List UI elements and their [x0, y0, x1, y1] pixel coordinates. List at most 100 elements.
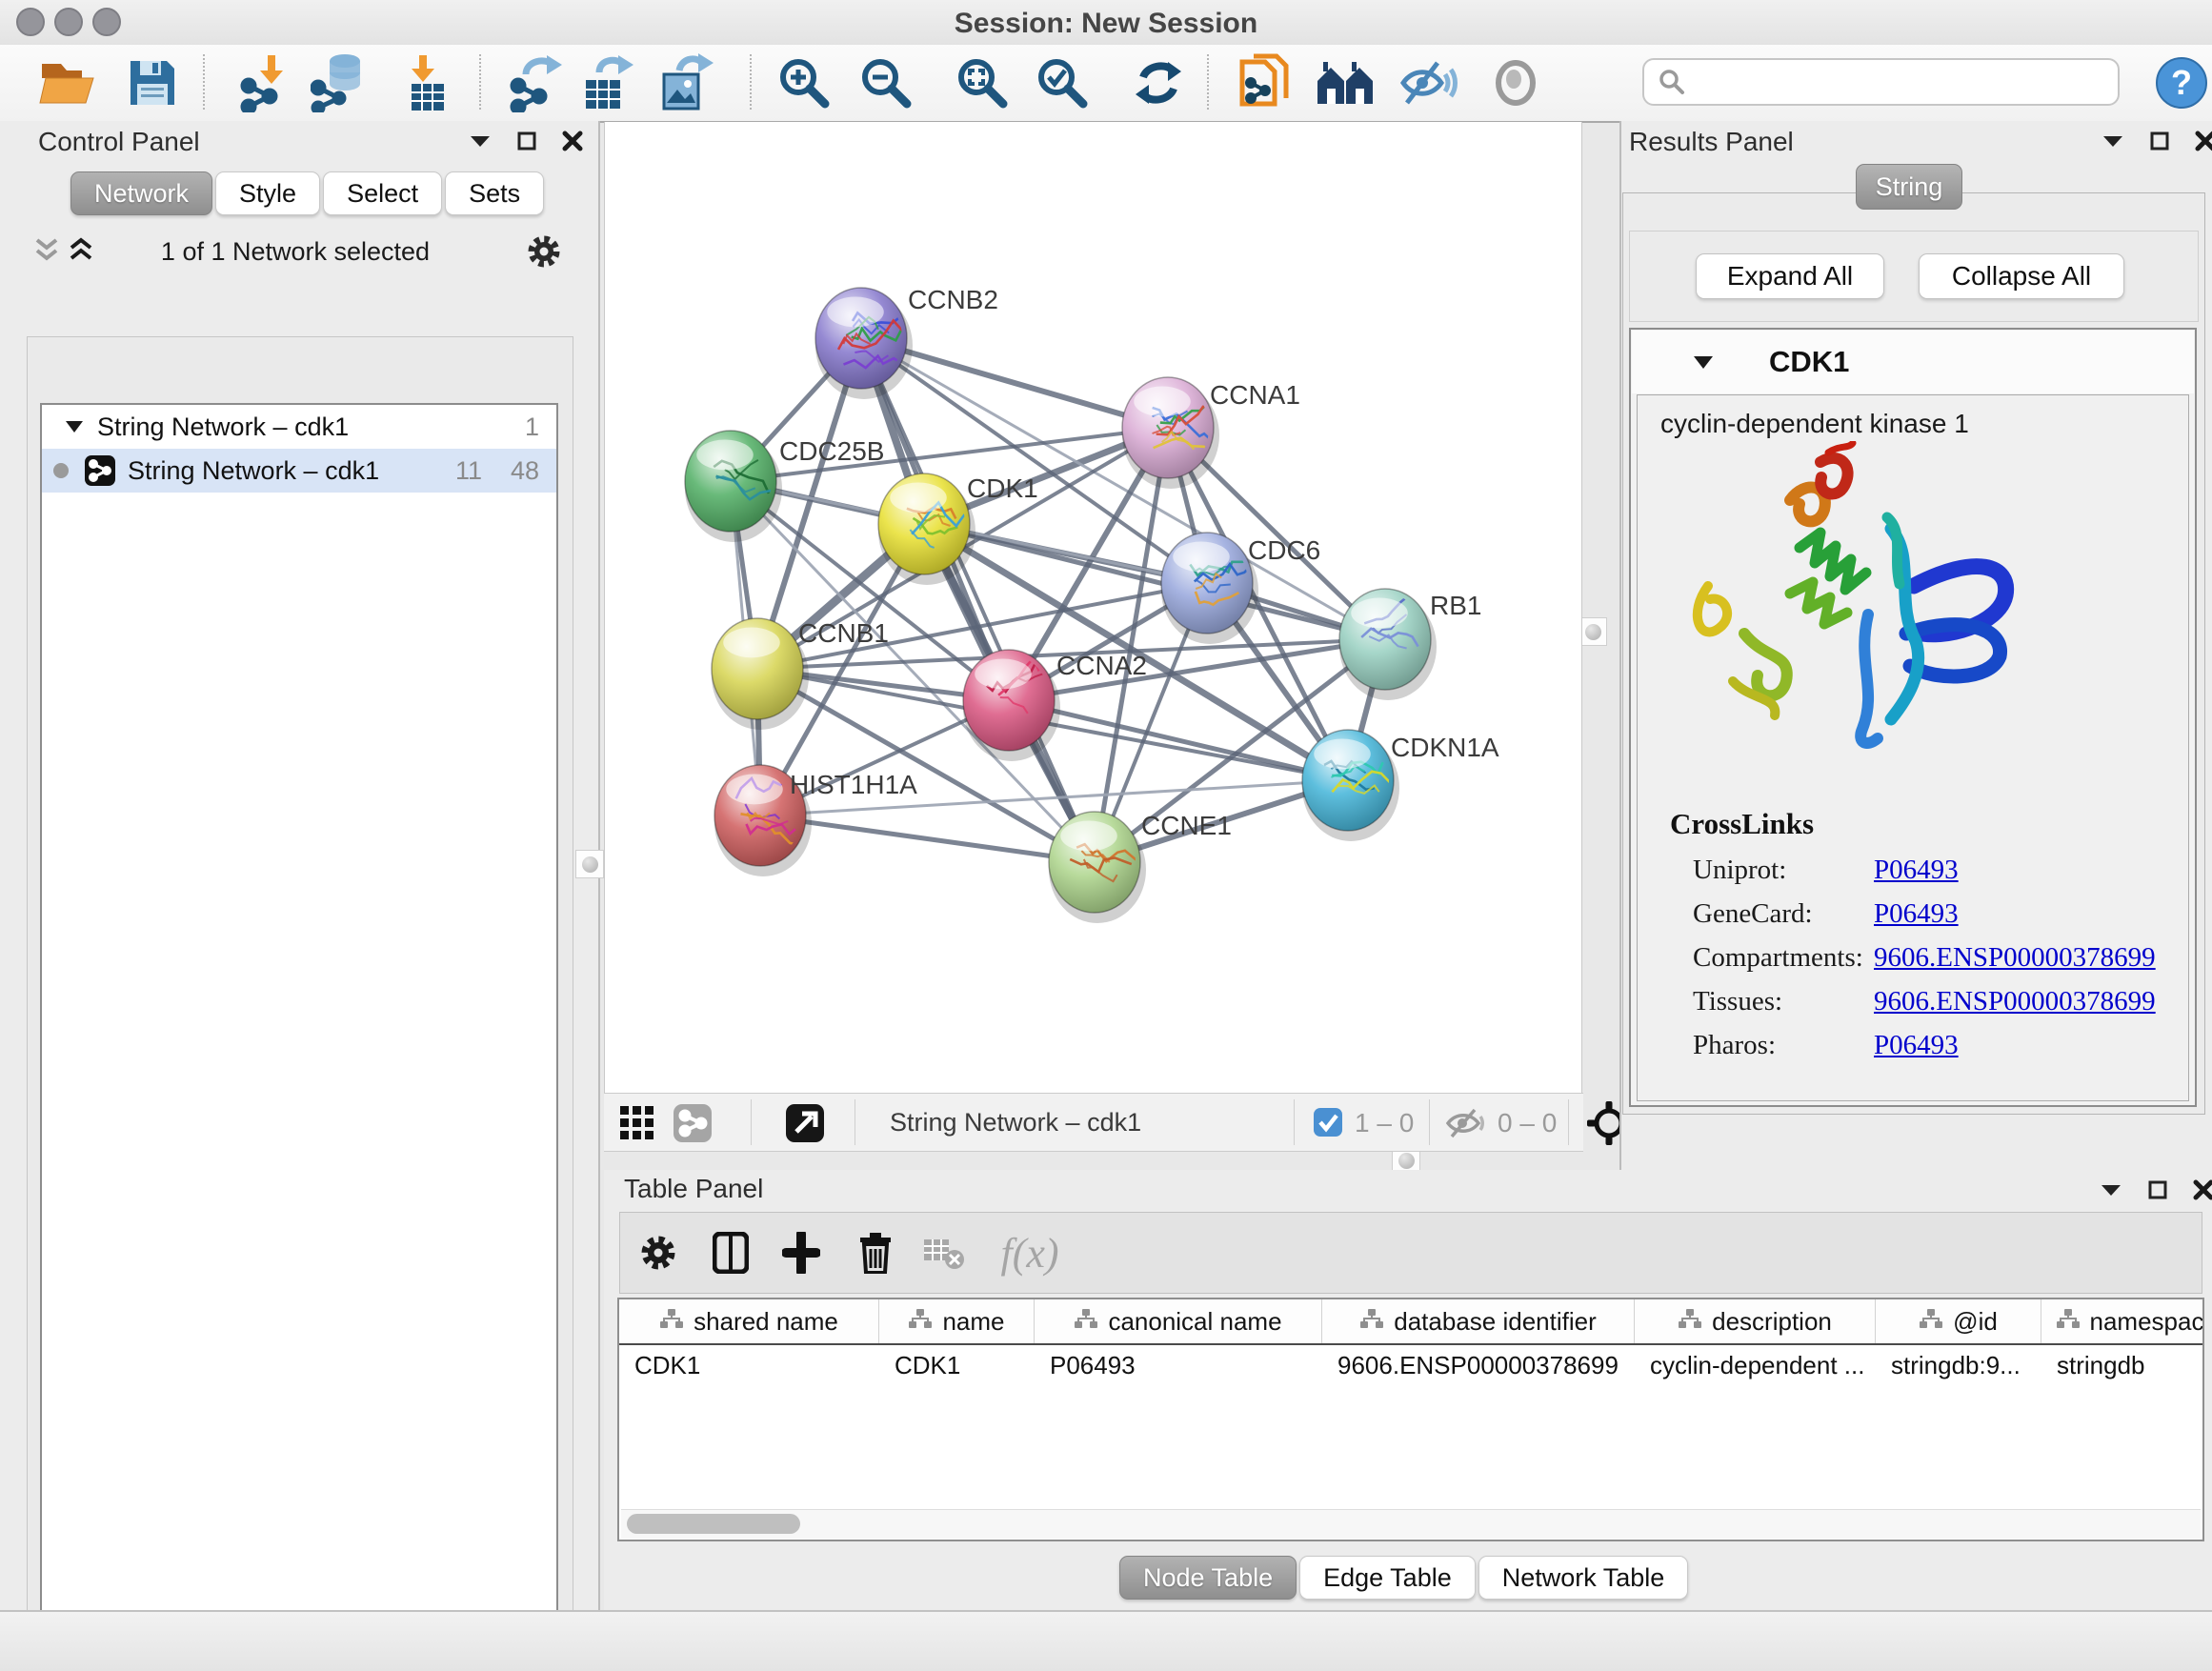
table-gear-icon[interactable]: [631, 1225, 686, 1280]
tab-style[interactable]: Style: [215, 171, 320, 215]
float-panel-icon[interactable]: [516, 131, 537, 151]
table-cell[interactable]: stringdb: [2041, 1345, 2204, 1385]
collapse-all-button[interactable]: Collapse All: [1919, 253, 2124, 299]
preview-eye-icon[interactable]: [1485, 52, 1546, 113]
column-header-sharedname[interactable]: shared name: [619, 1299, 879, 1343]
table-cell[interactable]: CDK1: [619, 1345, 879, 1385]
show-hide-eye-icon[interactable]: [1398, 52, 1459, 113]
tab-select[interactable]: Select: [323, 171, 442, 215]
network-canvas[interactable]: CCNB2CCNA1CDC25BCDK1CDC6RB1CCNB1CCNA2CDK…: [604, 122, 1582, 1093]
crosslink-value[interactable]: 9606.ENSP00000378699: [1874, 942, 2156, 974]
function-builder-icon[interactable]: f(x): [987, 1225, 1073, 1280]
node-CDKN1A[interactable]: CDKN1A: [1302, 730, 1499, 841]
scrollbar-thumb[interactable]: [627, 1514, 800, 1534]
crosslink-label: Compartments:: [1693, 942, 1863, 974]
crosslink-row: Tissues: 9606.ENSP00000378699: [1638, 986, 2190, 1024]
column-header-databaseidentifier[interactable]: database identifier: [1322, 1299, 1635, 1343]
zoom-selected-icon[interactable]: [1032, 52, 1093, 113]
save-session-icon[interactable]: [122, 52, 183, 113]
cdk1-details: cyclin-dependent kinase 1 CrossLinks Uni…: [1637, 394, 2189, 1101]
crosslink-value[interactable]: P06493: [1874, 855, 1959, 886]
import-network-database-icon[interactable]: [311, 52, 372, 113]
tab-network[interactable]: Network: [70, 171, 212, 215]
delete-column-trash-icon[interactable]: [848, 1225, 903, 1280]
toolbar-separator: [1207, 54, 1209, 110]
string-style-icon[interactable]: [673, 1103, 713, 1148]
node-CCNB2[interactable]: CCNB2: [815, 285, 998, 399]
crosslink-label: Pharos:: [1693, 1030, 1776, 1061]
tab-string[interactable]: String: [1856, 164, 1962, 210]
expand-all-button[interactable]: Expand All: [1696, 253, 1884, 299]
zoom-fit-icon[interactable]: [952, 52, 1013, 113]
column-header-canonicalname[interactable]: canonical name: [1035, 1299, 1322, 1343]
table-row[interactable]: CDK1CDK1P064939606.ENSP00000378699cyclin…: [619, 1345, 2202, 1385]
table-panel-title: Table Panel: [624, 1174, 763, 1204]
table-cell[interactable]: 9606.ENSP00000378699: [1322, 1345, 1635, 1385]
export-image-icon[interactable]: [656, 52, 717, 113]
network-options-gear-icon[interactable]: [526, 233, 562, 274]
table-cell[interactable]: CDK1: [879, 1345, 1035, 1385]
right-splitter-handle[interactable]: [1579, 617, 1607, 646]
collapse-triangle-icon[interactable]: [65, 420, 84, 433]
close-panel-icon[interactable]: [2195, 131, 2212, 151]
cdk1-section-header[interactable]: CDK1: [1632, 331, 2194, 393]
tab-edge-table[interactable]: Edge Table: [1299, 1556, 1476, 1600]
tab-sets[interactable]: Sets: [445, 171, 544, 215]
collection-count: 1: [525, 413, 539, 442]
node-HIST1H1A[interactable]: HIST1H1A: [714, 765, 917, 876]
open-session-icon[interactable]: [37, 52, 98, 113]
import-network-file-icon[interactable]: [238, 52, 299, 113]
show-columns-icon[interactable]: [703, 1225, 758, 1280]
column-header-description[interactable]: description: [1635, 1299, 1876, 1343]
node-label-CCNE1: CCNE1: [1141, 811, 1232, 840]
column-header-namespac[interactable]: namespac: [2041, 1299, 2204, 1343]
search-icon: [1658, 68, 1686, 96]
column-header-id[interactable]: @id: [1876, 1299, 2041, 1343]
float-panel-icon[interactable]: [2149, 131, 2170, 151]
crosslink-label: Tissues:: [1693, 986, 1782, 1017]
close-panel-icon[interactable]: [2193, 1179, 2212, 1200]
network-collection-row[interactable]: String Network – cdk1 1: [42, 405, 556, 449]
node-CDK1[interactable]: CDK1: [878, 473, 1038, 585]
table-cell[interactable]: P06493: [1035, 1345, 1322, 1385]
export-network-icon[interactable]: [507, 52, 568, 113]
import-table-file-icon[interactable]: [396, 52, 457, 113]
selected-checkbox-icon[interactable]: [1313, 1107, 1343, 1142]
string-home-icon[interactable]: [1315, 52, 1376, 113]
open-in-browser-icon[interactable]: [785, 1103, 825, 1148]
table-cell[interactable]: stringdb:9...: [1876, 1345, 2041, 1385]
left-splitter-handle[interactable]: [575, 850, 604, 878]
panel-menu-icon[interactable]: [2101, 133, 2124, 149]
expand-all-networks-icon[interactable]: [69, 237, 93, 269]
node-table[interactable]: shared namenamecanonical namedatabase id…: [617, 1298, 2204, 1541]
clone-network-icon[interactable]: [1235, 52, 1296, 113]
table-horizontal-scrollbar[interactable]: [621, 1509, 2201, 1539]
birds-eye-view-icon[interactable]: [619, 1105, 655, 1146]
table-cell[interactable]: cyclin-dependent ...: [1635, 1345, 1876, 1385]
network-row[interactable]: String Network – cdk1 11 48: [42, 449, 556, 493]
string-network-graph[interactable]: CCNB2CCNA1CDC25BCDK1CDC6RB1CCNB1CCNA2CDK…: [605, 122, 1581, 1093]
tab-node-table[interactable]: Node Table: [1119, 1556, 1297, 1600]
search-input[interactable]: [1642, 58, 2120, 106]
delete-table-icon[interactable]: [916, 1225, 972, 1280]
refresh-icon[interactable]: [1128, 52, 1189, 113]
zoom-out-icon[interactable]: [855, 52, 916, 113]
collapse-all-networks-icon[interactable]: [34, 237, 59, 269]
node-CCNB1[interactable]: CCNB1: [712, 618, 889, 730]
crosslink-value[interactable]: P06493: [1874, 1030, 1959, 1061]
node-RB1[interactable]: RB1: [1339, 589, 1481, 700]
panel-menu-icon[interactable]: [469, 133, 492, 149]
float-panel-icon[interactable]: [2147, 1179, 2168, 1200]
network-label: String Network – cdk1: [128, 456, 379, 486]
collapse-triangle-icon[interactable]: [1693, 355, 1714, 370]
close-panel-icon[interactable]: [562, 131, 583, 151]
add-column-icon[interactable]: [774, 1225, 829, 1280]
help-icon[interactable]: ?: [2151, 52, 2212, 113]
zoom-in-icon[interactable]: [774, 52, 835, 113]
panel-menu-icon[interactable]: [2100, 1182, 2122, 1198]
column-header-name[interactable]: name: [879, 1299, 1035, 1343]
export-table-icon[interactable]: [578, 52, 639, 113]
tab-network-table[interactable]: Network Table: [1478, 1556, 1689, 1600]
crosslink-value[interactable]: P06493: [1874, 898, 1959, 930]
crosslink-value[interactable]: 9606.ENSP00000378699: [1874, 986, 2156, 1017]
